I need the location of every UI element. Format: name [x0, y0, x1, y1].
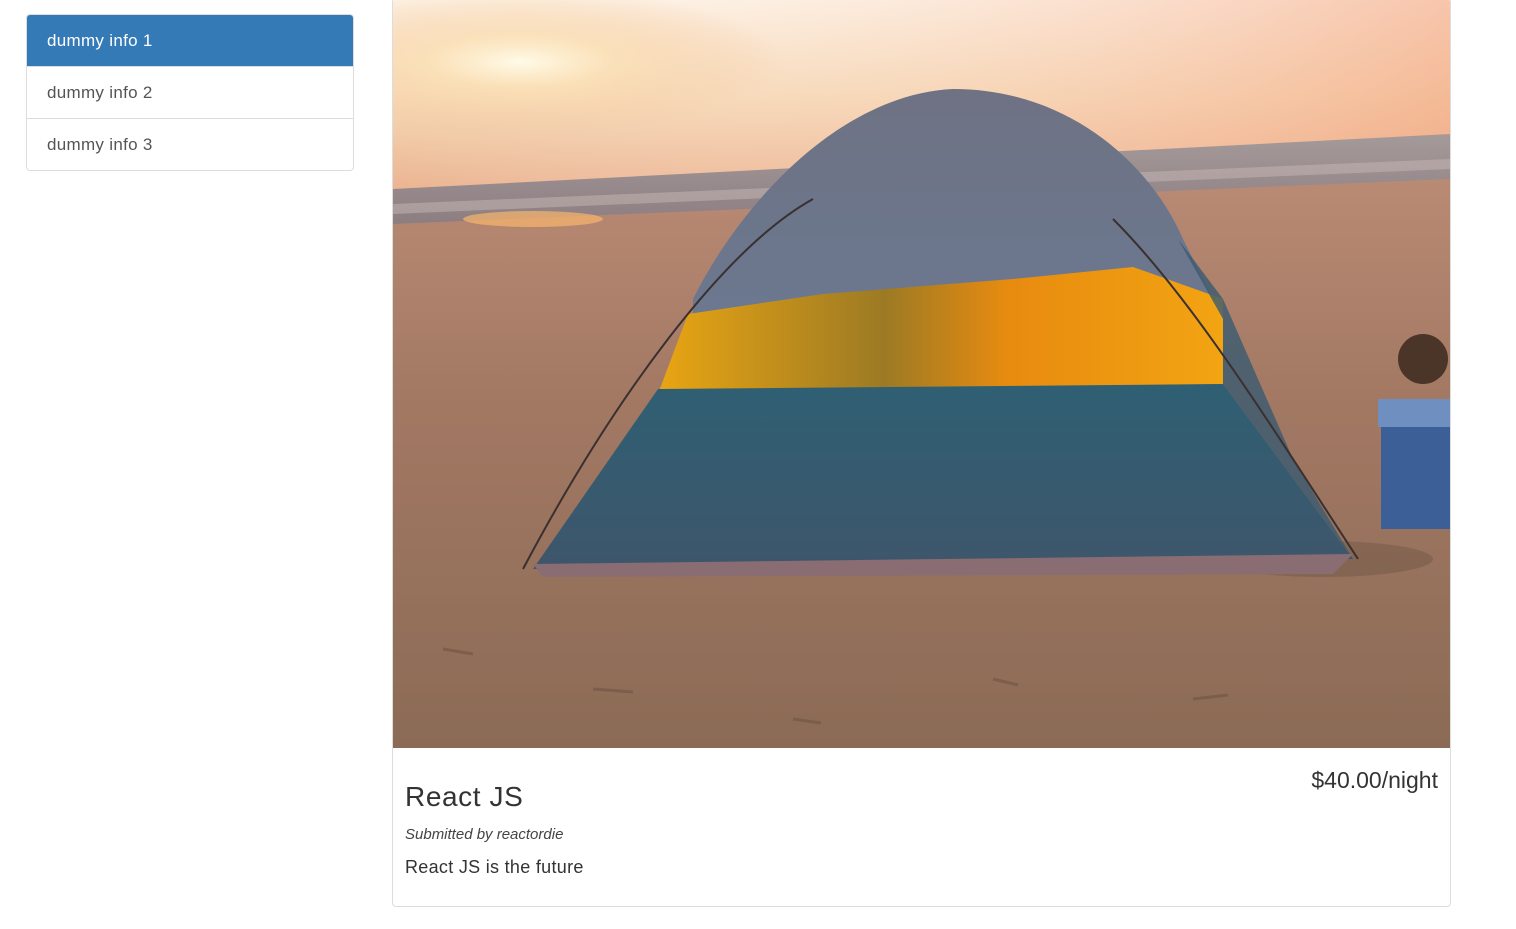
page: dummy info 1 dummy info 2 dummy info 3 $…: [0, 0, 1516, 929]
sidebar-item-dummy-info-1[interactable]: dummy info 1: [27, 15, 353, 66]
sidebar-item-dummy-info-3[interactable]: dummy info 3: [27, 118, 353, 170]
tent-on-beach-image: [393, 0, 1450, 748]
campground-card: $40.00/night React JS Submitted by react…: [392, 0, 1451, 907]
price-label: $40.00/night: [1311, 767, 1438, 793]
sidebar-list: dummy info 1 dummy info 2 dummy info 3: [26, 14, 354, 171]
campground-description: React JS is the future: [405, 857, 584, 877]
submitted-by-text: Submitted by reactordie: [405, 826, 564, 843]
campground-title[interactable]: React JS: [405, 781, 523, 813]
sidebar-item-dummy-info-2[interactable]: dummy info 2: [27, 66, 353, 118]
card-caption: $40.00/night React JS Submitted by react…: [393, 748, 1450, 906]
